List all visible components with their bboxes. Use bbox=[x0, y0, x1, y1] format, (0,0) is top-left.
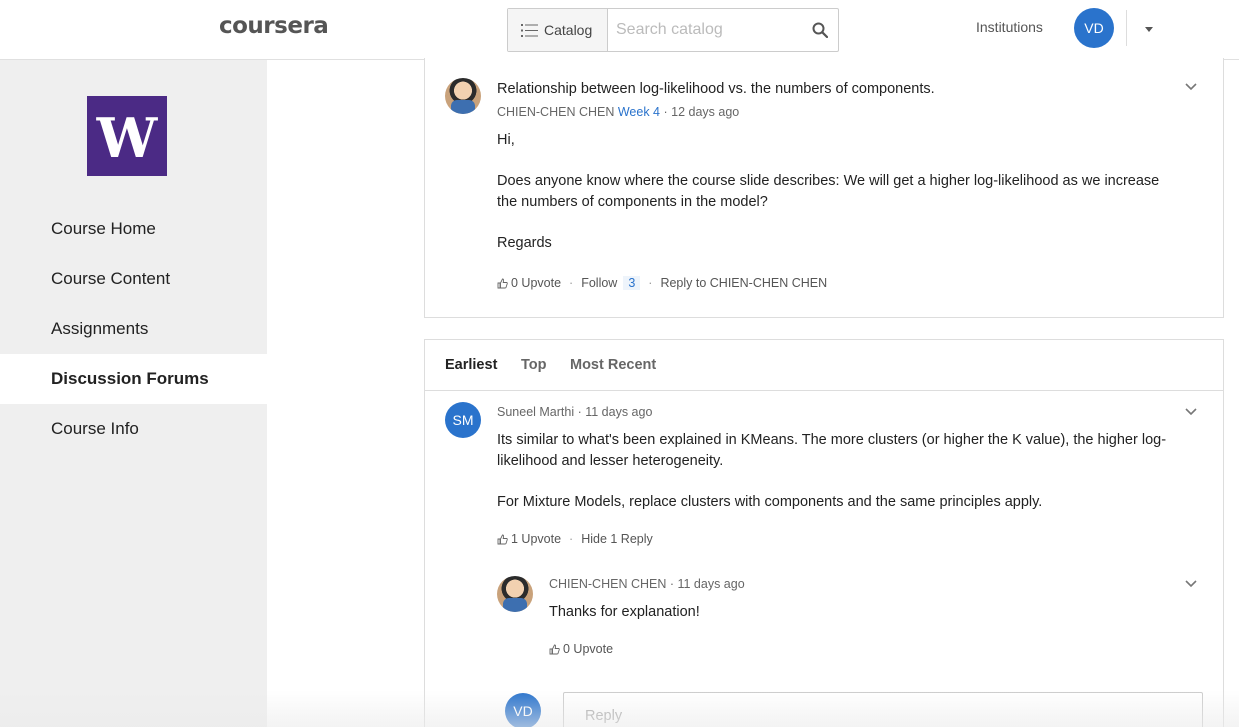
search-input[interactable] bbox=[616, 9, 806, 51]
nested-reply-avatar[interactable] bbox=[497, 576, 533, 612]
course-sidebar: W Course Home Course Content Assignments… bbox=[0, 60, 267, 727]
tab-top[interactable]: Top bbox=[521, 357, 547, 373]
post-actions: 0 Upvote · Follow 3 · Reply to CHIEN-CHE… bbox=[497, 276, 827, 290]
reply-body-line: For Mixture Models, replace clusters wit… bbox=[497, 494, 1043, 510]
upvote-button[interactable]: 0 Upvote bbox=[563, 642, 613, 656]
sidebar-item-course-home[interactable]: Course Home bbox=[0, 204, 267, 254]
sidebar-item-discussion-forums[interactable]: Discussion Forums bbox=[0, 354, 267, 404]
separator: · bbox=[569, 276, 574, 290]
upvote-button[interactable]: 0 Upvote bbox=[511, 276, 561, 290]
post-time: · 12 days ago bbox=[663, 105, 740, 119]
post-week-link[interactable]: Week 4 bbox=[618, 105, 660, 119]
catalog-search: Catalog bbox=[507, 8, 839, 52]
institutions-link[interactable]: Institutions bbox=[976, 19, 1043, 35]
reply-meta: Suneel Marthi · 11 days ago bbox=[497, 405, 653, 419]
coursera-logo[interactable]: coursera bbox=[219, 13, 329, 39]
follow-count: 3 bbox=[623, 276, 641, 290]
author-avatar[interactable] bbox=[445, 78, 481, 114]
sidebar-item-course-info[interactable]: Course Info bbox=[0, 404, 267, 454]
reply-body-line: Its similar to what's been explained in … bbox=[497, 432, 1167, 469]
nested-reply-body: Thanks for explanation! bbox=[549, 604, 700, 620]
follow-button[interactable]: Follow bbox=[581, 276, 617, 290]
post-body-line: Does anyone know where the course slide … bbox=[497, 173, 1160, 210]
post-body-line: Regards bbox=[497, 235, 552, 251]
thread-post-card: Relationship between log-likelihood vs. … bbox=[424, 58, 1224, 318]
hide-replies-button[interactable]: Hide 1 Reply bbox=[581, 532, 653, 546]
sidebar-item-assignments[interactable]: Assignments bbox=[0, 304, 267, 354]
upvote-button[interactable]: 1 Upvote bbox=[511, 532, 561, 546]
thread-title: Relationship between log-likelihood vs. … bbox=[497, 81, 935, 97]
thumbs-up-icon bbox=[549, 644, 560, 654]
thumbs-up-icon bbox=[497, 278, 508, 288]
user-avatar[interactable]: VD bbox=[1074, 8, 1114, 48]
post-author[interactable]: CHIEN-CHEN CHEN bbox=[497, 105, 614, 119]
post-body-line: Hi, bbox=[497, 132, 515, 148]
tab-earliest[interactable]: Earliest bbox=[445, 357, 497, 373]
reply-actions: 1 Upvote · Hide 1 Reply bbox=[497, 532, 653, 546]
separator: · bbox=[648, 276, 653, 290]
composer-avatar: VD bbox=[505, 693, 541, 727]
reply-author-avatar[interactable]: SM bbox=[445, 402, 481, 438]
replies-card: Earliest Top Most Recent SM Suneel Marth… bbox=[424, 339, 1224, 727]
chevron-down-icon[interactable] bbox=[1185, 83, 1197, 91]
sort-tabs: Earliest Top Most Recent bbox=[425, 340, 1223, 391]
chevron-down-icon[interactable] bbox=[1145, 27, 1153, 32]
university-logo[interactable]: W bbox=[87, 96, 167, 176]
separator: · bbox=[569, 532, 574, 546]
list-icon bbox=[521, 23, 538, 37]
thumbs-up-icon bbox=[497, 534, 508, 544]
catalog-button[interactable]: Catalog bbox=[508, 9, 608, 51]
university-logo-letter: W bbox=[96, 106, 158, 170]
nested-reply-actions: 0 Upvote bbox=[549, 642, 613, 656]
sidebar-item-course-content[interactable]: Course Content bbox=[0, 254, 267, 304]
header-divider bbox=[1126, 10, 1127, 46]
chevron-down-icon[interactable] bbox=[1185, 580, 1197, 588]
top-header: coursera Catalog Institutions VD bbox=[0, 0, 1239, 60]
post-meta: CHIEN-CHEN CHEN Week 4 · 12 days ago bbox=[497, 105, 739, 119]
reply-button[interactable]: Reply to CHIEN-CHEN CHEN bbox=[660, 276, 827, 290]
nested-reply-meta: CHIEN-CHEN CHEN · 11 days ago bbox=[549, 577, 745, 591]
catalog-label: Catalog bbox=[544, 22, 593, 38]
chevron-down-icon[interactable] bbox=[1185, 408, 1197, 416]
tab-most-recent[interactable]: Most Recent bbox=[570, 357, 656, 373]
reply-input[interactable]: Reply bbox=[563, 692, 1203, 727]
search-icon[interactable] bbox=[812, 22, 828, 38]
